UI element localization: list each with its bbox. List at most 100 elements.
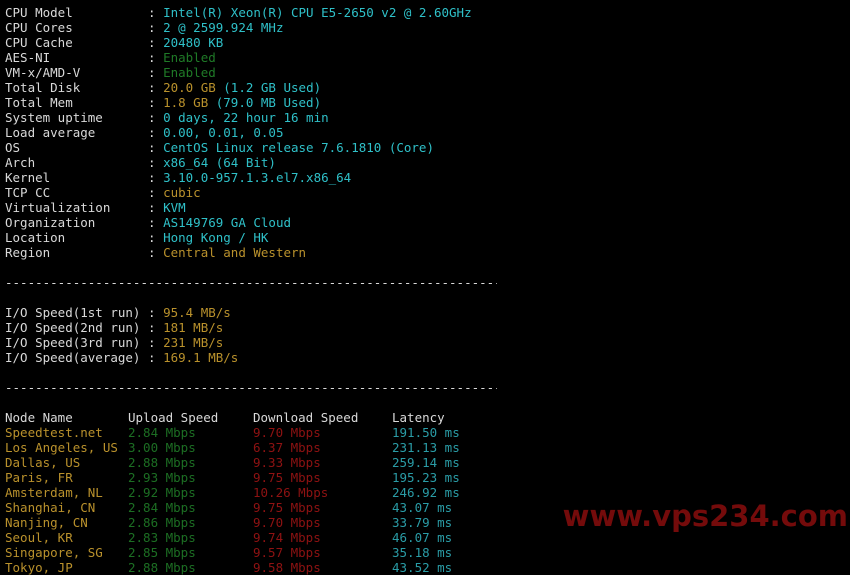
speedtest-node-name: Nanjing, CN bbox=[5, 515, 88, 530]
sysinfo-value: Enabled bbox=[163, 50, 216, 65]
io-speed-row: I/O Speed(2nd run): 181 MB/s bbox=[5, 320, 850, 335]
sysinfo-value: 3.10.0-957.1.3.el7.x86_64 bbox=[163, 170, 352, 185]
sysinfo-label: AES-NI bbox=[5, 50, 51, 65]
sysinfo-row: TCP CC: cubic bbox=[5, 185, 850, 200]
sysinfo-label: CPU Model bbox=[5, 5, 73, 20]
column-header-node-name: Node Name bbox=[5, 410, 73, 425]
sysinfo-value: x86_64 (64 Bit) bbox=[163, 155, 276, 170]
sysinfo-value: cubic bbox=[163, 185, 201, 200]
speedtest-latency: 33.79 ms bbox=[392, 515, 453, 530]
terminal-window: CPU Model: Intel(R) Xeon(R) CPU E5-2650 … bbox=[0, 0, 850, 575]
sysinfo-colon: : bbox=[148, 140, 164, 155]
io-speed-block: I/O Speed(1st run): 95.4 MB/s I/O Speed(2… bbox=[5, 305, 850, 365]
speedtest-row: Paris, FR 2.93 Mbps 9.75 Mbps 195.23 ms bbox=[5, 470, 850, 485]
sysinfo-row: Kernel: 3.10.0-957.1.3.el7.x86_64 bbox=[5, 170, 850, 185]
sysinfo-row: Region: Central and Western bbox=[5, 245, 850, 260]
sysinfo-colon: : bbox=[148, 230, 164, 245]
io-speed-value: 169.1 MB/s bbox=[163, 350, 239, 365]
sysinfo-value: 0 days, 22 hour 16 min bbox=[163, 110, 329, 125]
io-speed-label: I/O Speed(1st run) bbox=[5, 305, 141, 320]
sysinfo-row: Location: Hong Kong / HK bbox=[5, 230, 850, 245]
sysinfo-value-extra: (79.0 MB Used) bbox=[215, 95, 322, 110]
speedtest-upload-speed: 2.93 Mbps bbox=[128, 470, 196, 485]
speedtest-row: Los Angeles, US 3.00 Mbps 6.37 Mbps 231.13 … bbox=[5, 440, 850, 455]
io-speed-label: I/O Speed(3rd run) bbox=[5, 335, 141, 350]
sysinfo-label: Kernel bbox=[5, 170, 51, 185]
sysinfo-label: TCP CC bbox=[5, 185, 51, 200]
speedtest-upload-speed: 2.88 Mbps bbox=[128, 560, 196, 575]
sysinfo-label: VM-x/AMD-V bbox=[5, 65, 81, 80]
io-speed-colon: : bbox=[148, 320, 164, 335]
speedtest-latency: 43.52 ms bbox=[392, 560, 453, 575]
sysinfo-value: AS149769 GA Cloud bbox=[163, 215, 291, 230]
speedtest-node-name: Los Angeles, US bbox=[5, 440, 118, 455]
sysinfo-colon: : bbox=[148, 20, 164, 35]
speedtest-upload-speed: 3.00 Mbps bbox=[128, 440, 196, 455]
sysinfo-row: OS: CentOS Linux release 7.6.1810 (Core) bbox=[5, 140, 850, 155]
sysinfo-value: 20.0 GB bbox=[163, 80, 216, 95]
io-speed-colon: : bbox=[148, 305, 164, 320]
sysinfo-row: CPU Cores: 2 @ 2599.924 MHz bbox=[5, 20, 850, 35]
sysinfo-label: Total Disk bbox=[5, 80, 81, 95]
speedtest-latency: 43.07 ms bbox=[392, 500, 453, 515]
sysinfo-colon: : bbox=[148, 215, 164, 230]
sysinfo-value: 0.00, 0.01, 0.05 bbox=[163, 125, 284, 140]
io-speed-value: 181 MB/s bbox=[163, 320, 224, 335]
speedtest-row: Seoul, KR 2.83 Mbps 9.74 Mbps 46.07 ms bbox=[5, 530, 850, 545]
sysinfo-row: CPU Model: Intel(R) Xeon(R) CPU E5-2650 … bbox=[5, 5, 850, 20]
io-speed-colon: : bbox=[148, 350, 164, 365]
speedtest-download-speed: 9.70 Mbps bbox=[253, 515, 321, 530]
speedtest-download-speed: 9.75 Mbps bbox=[253, 500, 321, 515]
sysinfo-row: Organization: AS149769 GA Cloud bbox=[5, 215, 850, 230]
sysinfo-label: Arch bbox=[5, 155, 36, 170]
sysinfo-row: Total Mem: 1.8 GB (79.0 MB Used) bbox=[5, 95, 850, 110]
speedtest-node-name: Tokyo, JP bbox=[5, 560, 73, 575]
sysinfo-label: Organization bbox=[5, 215, 96, 230]
io-speed-row: I/O Speed(1st run): 95.4 MB/s bbox=[5, 305, 850, 320]
sysinfo-value: Hong Kong / HK bbox=[163, 230, 269, 245]
sysinfo-colon: : bbox=[148, 155, 164, 170]
speedtest-download-speed: 9.74 Mbps bbox=[253, 530, 321, 545]
sysinfo-value-extra: (1.2 GB Used) bbox=[223, 80, 322, 95]
column-header-download-speed: Download Speed bbox=[253, 410, 359, 425]
speedtest-latency: 195.23 ms bbox=[392, 470, 460, 485]
sysinfo-value: Enabled bbox=[163, 65, 216, 80]
column-header-upload-speed: Upload Speed bbox=[128, 410, 219, 425]
speedtest-node-name: Seoul, KR bbox=[5, 530, 73, 545]
sysinfo-label: Region bbox=[5, 245, 51, 260]
speedtest-upload-speed: 2.83 Mbps bbox=[128, 530, 196, 545]
sysinfo-colon: : bbox=[148, 65, 164, 80]
sysinfo-value-gap bbox=[208, 95, 216, 110]
sysinfo-row: Virtualization: KVM bbox=[5, 200, 850, 215]
speedtest-latency: 231.13 ms bbox=[392, 440, 460, 455]
speedtest-row: Speedtest.net 2.84 Mbps 9.70 Mbps 191.50 ms bbox=[5, 425, 850, 440]
speedtest-download-speed: 10.26 Mbps bbox=[253, 485, 329, 500]
speedtest-node-name: Speedtest.net bbox=[5, 425, 103, 440]
sysinfo-value: KVM bbox=[163, 200, 186, 215]
sysinfo-row: System uptime: 0 days, 22 hour 16 min bbox=[5, 110, 850, 125]
speedtest-row: Nanjing, CN 2.86 Mbps 9.70 Mbps 33.79 ms bbox=[5, 515, 850, 530]
speedtest-upload-speed: 2.86 Mbps bbox=[128, 515, 196, 530]
sysinfo-label: System uptime bbox=[5, 110, 103, 125]
speedtest-table: Node Name Upload Speed Download Speed Laten… bbox=[5, 410, 850, 575]
sysinfo-colon: : bbox=[148, 50, 164, 65]
speedtest-upload-speed: 2.84 Mbps bbox=[128, 500, 196, 515]
speedtest-node-name: Shanghai, CN bbox=[5, 500, 96, 515]
sysinfo-colon: : bbox=[148, 245, 164, 260]
sysinfo-label: Total Mem bbox=[5, 95, 73, 110]
sysinfo-colon: : bbox=[148, 185, 164, 200]
io-speed-row: I/O Speed(3rd run): 231 MB/s bbox=[5, 335, 850, 350]
io-speed-label: I/O Speed(2nd run) bbox=[5, 320, 141, 335]
speedtest-header-row: Node Name Upload Speed Download Speed Laten… bbox=[5, 410, 850, 425]
io-speed-value: 95.4 MB/s bbox=[163, 305, 231, 320]
io-speed-row: I/O Speed(average): 169.1 MB/s bbox=[5, 350, 850, 365]
speedtest-download-speed: 9.75 Mbps bbox=[253, 470, 321, 485]
sysinfo-label: CPU Cores bbox=[5, 20, 73, 35]
sysinfo-value: 2 @ 2599.924 MHz bbox=[163, 20, 284, 35]
sysinfo-value: Central and Western bbox=[163, 245, 307, 260]
sysinfo-colon: : bbox=[148, 170, 164, 185]
sysinfo-row: Total Disk: 20.0 GB (1.2 GB Used) bbox=[5, 80, 850, 95]
speedtest-row: Amsterdam, NL 2.92 Mbps 10.26 Mbps 246.92 m… bbox=[5, 485, 850, 500]
speedtest-node-name: Dallas, US bbox=[5, 455, 81, 470]
